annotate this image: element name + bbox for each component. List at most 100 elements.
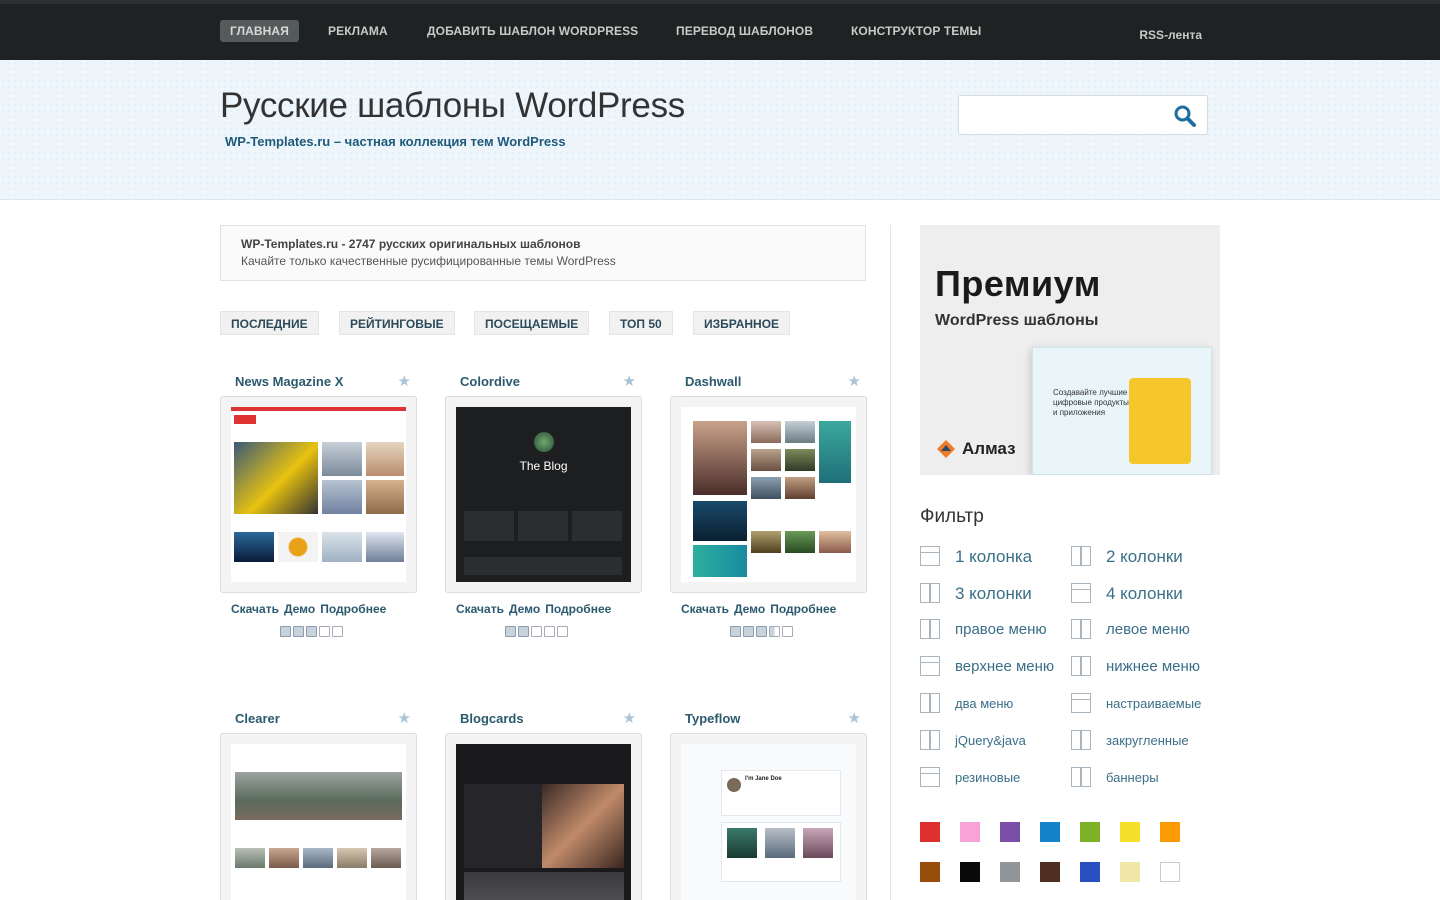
star-icon[interactable]: ★	[848, 711, 861, 726]
tab-favorites[interactable]: ИЗБРАННОЕ	[693, 311, 791, 335]
star-icon[interactable]: ★	[398, 711, 411, 726]
filter-label: верхнее меню	[955, 658, 1055, 675]
color-swatch[interactable]	[1120, 822, 1140, 842]
template-thumbnail[interactable]: I'm Jane Doe	[670, 733, 867, 900]
color-swatch[interactable]	[1040, 862, 1060, 882]
thumb-heading: The Blog	[519, 459, 568, 473]
rating-box[interactable]	[306, 626, 317, 637]
layout-icon	[1071, 546, 1091, 566]
filter-label: баннеры	[1106, 770, 1159, 785]
template-thumbnail[interactable]	[220, 396, 417, 593]
rss-link[interactable]: RSS-лента	[1139, 28, 1202, 42]
tab-top50[interactable]: ТОП 50	[609, 311, 673, 335]
rating-box[interactable]	[293, 626, 304, 637]
rating-box[interactable]	[769, 626, 780, 637]
rating-box[interactable]	[518, 626, 529, 637]
rating[interactable]	[730, 626, 795, 638]
layout-icon	[1071, 656, 1091, 676]
color-swatch[interactable]	[1040, 822, 1060, 842]
demo-link[interactable]: Демо	[734, 602, 765, 616]
filter-label: 4 колонки	[1106, 584, 1183, 603]
color-swatch[interactable]	[1000, 822, 1020, 842]
card-title[interactable]: Blogcards	[460, 711, 524, 726]
thumb-heading: I'm Jane Doe	[745, 776, 782, 782]
layout-icon	[920, 583, 940, 603]
nav-add-template[interactable]: ДОБАВИТЬ ШАБЛОН WORDPRESS	[417, 20, 648, 42]
tab-rated[interactable]: РЕЙТИНГОВЫЕ	[339, 311, 455, 335]
nav-translation[interactable]: ПЕРЕВОД ШАБЛОНОВ	[666, 20, 823, 42]
layout-icon	[1071, 693, 1091, 713]
color-swatch[interactable]	[960, 862, 980, 882]
filter-title: Фильтр	[920, 506, 984, 527]
rating-box[interactable]	[557, 626, 568, 637]
rating-box[interactable]	[332, 626, 343, 637]
tab-visited[interactable]: ПОСЕЩАЕМЫЕ	[474, 311, 590, 335]
card-title[interactable]: Dashwall	[685, 374, 741, 389]
nav-home[interactable]: ГЛАВНАЯ	[220, 20, 299, 42]
template-thumbnail[interactable]: The Blog	[445, 396, 642, 593]
template-thumbnail[interactable]	[220, 733, 417, 900]
star-icon[interactable]: ★	[623, 711, 636, 726]
filter-label: 2 колонки	[1106, 547, 1183, 566]
download-link[interactable]: Скачать	[681, 602, 729, 616]
rating-box[interactable]	[505, 626, 516, 637]
layout-icon	[920, 767, 940, 787]
download-link[interactable]: Скачать	[231, 602, 279, 616]
layout-icon	[1071, 619, 1091, 639]
tab-latest[interactable]: ПОСЛЕДНИЕ	[220, 311, 319, 335]
diamond-logo-icon	[937, 440, 955, 458]
template-thumbnail[interactable]	[670, 396, 867, 593]
rating-box[interactable]	[531, 626, 542, 637]
filter-label: 1 колонка	[955, 547, 1033, 566]
banner-screenshot: Создавайте лучшие цифровые продукты и пр…	[1032, 347, 1212, 475]
rating-box[interactable]	[280, 626, 291, 637]
color-swatch[interactable]	[1160, 822, 1180, 842]
star-icon[interactable]: ★	[398, 374, 411, 389]
card-title[interactable]: Typeflow	[685, 711, 740, 726]
card-title[interactable]: News Magazine X	[235, 374, 343, 389]
rating-box[interactable]	[544, 626, 555, 637]
card-links: Скачать Демо Подробнее	[456, 602, 616, 616]
banner-subheading: WordPress шаблоны	[935, 312, 1099, 329]
color-swatch[interactable]	[1160, 862, 1180, 882]
layout-icon	[1071, 767, 1091, 787]
card-title[interactable]: Clearer	[235, 711, 280, 726]
rating-box[interactable]	[730, 626, 741, 637]
rating-box[interactable]	[743, 626, 754, 637]
rating-box[interactable]	[782, 626, 793, 637]
search-box	[958, 95, 1208, 135]
rating-box[interactable]	[319, 626, 330, 637]
card-title[interactable]: Colordive	[460, 374, 520, 389]
download-link[interactable]: Скачать	[456, 602, 504, 616]
layout-icon	[920, 693, 940, 713]
banner-heading: Премиум	[935, 263, 1101, 304]
rating[interactable]	[505, 626, 570, 638]
demo-link[interactable]: Демо	[284, 602, 315, 616]
nav-ads[interactable]: РЕКЛАМА	[318, 20, 398, 42]
star-icon[interactable]: ★	[848, 374, 861, 389]
details-link[interactable]: Подробнее	[545, 602, 611, 616]
demo-link[interactable]: Демо	[509, 602, 540, 616]
banner-photo	[1129, 378, 1191, 464]
color-swatch[interactable]	[920, 862, 940, 882]
details-link[interactable]: Подробнее	[320, 602, 386, 616]
details-link[interactable]: Подробнее	[770, 602, 836, 616]
color-swatch[interactable]	[1120, 862, 1140, 882]
premium-banner[interactable]: Премиум WordPress шаблоны Алмаз Создавай…	[920, 225, 1220, 475]
color-swatch[interactable]	[960, 822, 980, 842]
rating[interactable]	[280, 626, 345, 638]
layout-icon	[920, 619, 940, 639]
site-title[interactable]: Русские шаблоны WordPress	[220, 86, 685, 126]
layout-icon	[920, 730, 940, 750]
color-swatch[interactable]	[1000, 862, 1020, 882]
color-swatch[interactable]	[1080, 822, 1100, 842]
search-input[interactable]	[965, 104, 1165, 128]
search-icon[interactable]	[1173, 104, 1197, 128]
rating-box[interactable]	[756, 626, 767, 637]
color-swatch[interactable]	[1080, 862, 1100, 882]
sidebar-divider	[890, 225, 891, 900]
nav-theme-builder[interactable]: КОНСТРУКТОР ТЕМЫ	[841, 20, 991, 42]
template-thumbnail[interactable]	[445, 733, 642, 900]
star-icon[interactable]: ★	[623, 374, 636, 389]
color-swatch[interactable]	[920, 822, 940, 842]
